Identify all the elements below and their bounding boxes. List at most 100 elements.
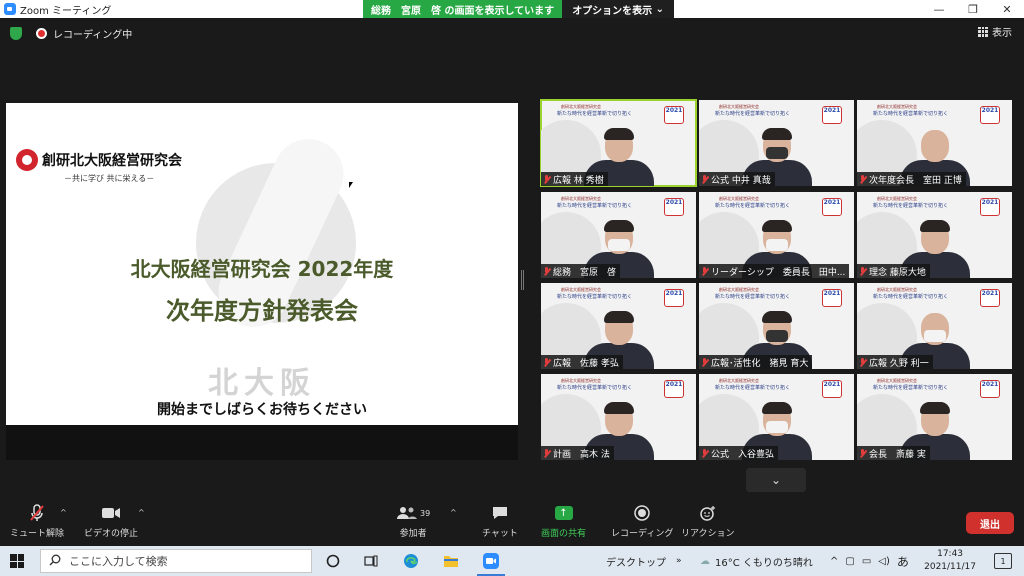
tile-header-theme: 新たな時代を経営革新で切り拓く: [873, 385, 949, 391]
participant-name: 総務 宮原 啓: [553, 267, 617, 278]
chevron-down-icon: ⌄: [770, 473, 782, 487]
participant-tile[interactable]: 創研北大阪経営研究会 新たな時代を経営革新で切り拓く 2021 公式 中井 真哉: [699, 100, 854, 186]
participants-icon: 39: [396, 504, 430, 522]
file-explorer-icon[interactable]: [442, 552, 460, 570]
tile-year-badge: 2021: [664, 198, 684, 216]
ime-mode-indicator[interactable]: あ: [897, 553, 909, 570]
leave-meeting-button[interactable]: 退出: [966, 512, 1014, 534]
meet-now-icon[interactable]: ▢: [845, 556, 854, 567]
participant-name-tag: 広報 林 秀樹: [541, 172, 608, 186]
participant-tile[interactable]: 創研北大阪経営研究会 新たな時代を経営革新で切り拓く 2021 広報･活性化 猪見 育…: [699, 283, 854, 369]
recording-button[interactable]: レコーディング: [611, 504, 673, 539]
zoom-taskbar-icon[interactable]: [477, 552, 505, 576]
window-controls: — ❐ ✕: [922, 0, 1024, 18]
task-view-icon[interactable]: [362, 552, 380, 570]
meeting-status-row: レコーディング中 表示: [0, 24, 1024, 42]
participant-name: 会長 斎藤 実: [869, 449, 926, 460]
mic-muted-icon: [859, 357, 866, 367]
battery-icon[interactable]: ▭: [862, 556, 871, 567]
shared-screen-bottom-strip: [6, 425, 518, 460]
windows-start-icon[interactable]: [10, 554, 24, 568]
clock-time: 17:43: [937, 549, 964, 559]
zoom-window: Zoom ミーティング 総務 宮原 啓 の画面を表示しています オプションを表示…: [0, 0, 1024, 576]
participants-caret-icon[interactable]: ^: [450, 508, 457, 517]
volume-icon[interactable]: ◁): [878, 556, 890, 567]
unmute-button[interactable]: ミュート解除: [10, 504, 64, 539]
sharing-text: 総務 宮原 啓 の画面を表示しています: [371, 5, 555, 17]
participant-name: 公式 入谷豊弘: [711, 449, 775, 460]
stop-video-button[interactable]: ビデオの停止: [84, 504, 138, 539]
mic-muted-icon: [701, 357, 708, 367]
mic-muted-icon: [701, 266, 708, 276]
audio-options-caret-icon[interactable]: ^: [60, 508, 67, 517]
security-shield-icon[interactable]: [10, 26, 22, 40]
minimize-button[interactable]: —: [922, 0, 956, 18]
desktop-toolbar[interactable]: デスクトップ »: [606, 546, 682, 576]
weather-widget[interactable]: ☁ 16°C くもりのち晴れ: [700, 546, 813, 576]
zoom-app-icon: [4, 3, 16, 15]
participant-tile[interactable]: 創研北大阪経営研究会 新たな時代を経営革新で切り拓く 2021 広報 佐藤 孝弘: [541, 283, 696, 369]
clock-date: 2021/11/17: [924, 562, 976, 572]
participant-name-tag: 広報 佐藤 孝弘: [541, 355, 623, 369]
participant-name: 広報 林 秀樹: [553, 175, 604, 186]
reactions-button[interactable]: リアクション: [681, 504, 735, 539]
share-screen-button[interactable]: ↑ 画面の共有: [541, 504, 586, 539]
video-options-caret-icon[interactable]: ^: [138, 508, 145, 517]
participant-tile[interactable]: 創研北大阪経営研究会 新たな時代を経営革新で切り拓く 2021 広報 久野 利一: [857, 283, 1012, 369]
share-banner: 総務 宮原 啓 の画面を表示しています オプションを表示 ⌄: [363, 0, 675, 18]
restore-button[interactable]: ❐: [956, 0, 990, 18]
system-tray: ^ ▢ ▭ ◁) あ: [830, 546, 909, 576]
slide-waiting-message: 開始までしばらくお待ちください: [157, 402, 367, 418]
mouse-cursor-icon: [349, 182, 353, 188]
participants-label: 参加者: [399, 529, 427, 539]
participant-name-tag: 広報 久野 利一: [857, 355, 933, 369]
participants-button[interactable]: 39 参加者: [396, 504, 430, 539]
participant-name: 広報 久野 利一: [869, 358, 929, 369]
tile-header-theme: 新たな時代を経営革新で切り拓く: [873, 294, 949, 300]
chat-button[interactable]: チャット: [482, 504, 518, 539]
participant-tile[interactable]: 創研北大阪経営研究会 新たな時代を経営革新で切り拓く 2021 会長 斎藤 実: [857, 374, 1012, 460]
participant-tile[interactable]: 創研北大阪経営研究会 新たな時代を経営革新で切り拓く 2021 広報 林 秀樹: [540, 99, 697, 187]
tile-header-theme: 新たな時代を経営革新で切り拓く: [557, 203, 633, 209]
tile-year-badge: 2021: [980, 106, 1000, 124]
reactions-label: リアクション: [681, 529, 735, 539]
participant-name-tag: 公式 中井 真哉: [699, 172, 775, 186]
show-hidden-icons-icon[interactable]: ^: [830, 556, 838, 567]
mic-muted-icon: [859, 266, 866, 276]
split-divider-handle[interactable]: [521, 270, 524, 290]
share-screen-label: 画面の共有: [541, 529, 587, 539]
edge-browser-icon[interactable]: [402, 552, 420, 570]
recording-icon: [36, 27, 47, 39]
view-label: 表示: [992, 28, 1012, 39]
participant-name-tag: 理念 藤原大地: [857, 264, 930, 278]
view-options-button[interactable]: オプションを表示 ⌄: [562, 0, 675, 18]
notification-center-icon[interactable]: 1: [994, 553, 1012, 569]
notification-count: 1: [1000, 556, 1006, 566]
participant-tile[interactable]: 創研北大阪経営研究会 新たな時代を経営革新で切り拓く 2021 理念 藤原大地: [857, 192, 1012, 278]
tile-year-badge: 2021: [980, 289, 1000, 307]
taskbar-clock[interactable]: 17:43 2021/11/17: [924, 548, 976, 574]
participant-tile[interactable]: 創研北大阪経営研究会 新たな時代を経営革新で切り拓く 2021 公式 入谷豊弘: [699, 374, 854, 460]
view-button[interactable]: 表示: [978, 24, 1012, 39]
participant-tile[interactable]: 創研北大阪経営研究会 新たな時代を経営革新で切り拓く 2021 総務 宮原 啓: [541, 192, 696, 278]
participant-name-tag: 広報･活性化 猪見 育大: [699, 355, 813, 369]
gallery-scroll-down-button[interactable]: ⌄: [746, 468, 806, 492]
participant-tile[interactable]: 創研北大阪経営研究会 新たな時代を経営革新で切り拓く 2021 計画 高木 法: [541, 374, 696, 460]
recording-label-toolbar: レコーディング: [611, 529, 674, 539]
mic-muted-icon: [543, 357, 550, 367]
cortana-icon[interactable]: [324, 552, 342, 570]
taskbar-search-box[interactable]: ここに入力して検索: [40, 549, 312, 573]
tile-year-badge: 2021: [822, 289, 842, 307]
close-button[interactable]: ✕: [990, 0, 1024, 18]
participant-tile[interactable]: 創研北大阪経営研究会 新たな時代を経営革新で切り拓く 2021 リーダーシップ 委員長…: [699, 192, 854, 278]
participant-name-tag: 会長 斎藤 実: [857, 446, 930, 460]
participant-count: 39: [420, 508, 431, 518]
recording-label: レコーディング中: [53, 29, 133, 41]
window-title: Zoom ミーティング: [20, 5, 112, 17]
tile-year-badge: 2021: [664, 106, 684, 124]
shared-screen: 創研北大阪経営研究会 －共に学び 共に栄える－ 北大阪経営研究会 2022年度 …: [6, 103, 518, 425]
tile-header-theme: 新たな時代を経営革新で切り拓く: [557, 294, 633, 300]
tile-header-theme: 新たな時代を経営革新で切り拓く: [715, 385, 791, 391]
participant-tile[interactable]: 創研北大阪経営研究会 新たな時代を経営革新で切り拓く 2021 次年度会長 室田 正博: [857, 100, 1012, 186]
tile-header-theme: 新たな時代を経営革新で切り拓く: [873, 203, 949, 209]
